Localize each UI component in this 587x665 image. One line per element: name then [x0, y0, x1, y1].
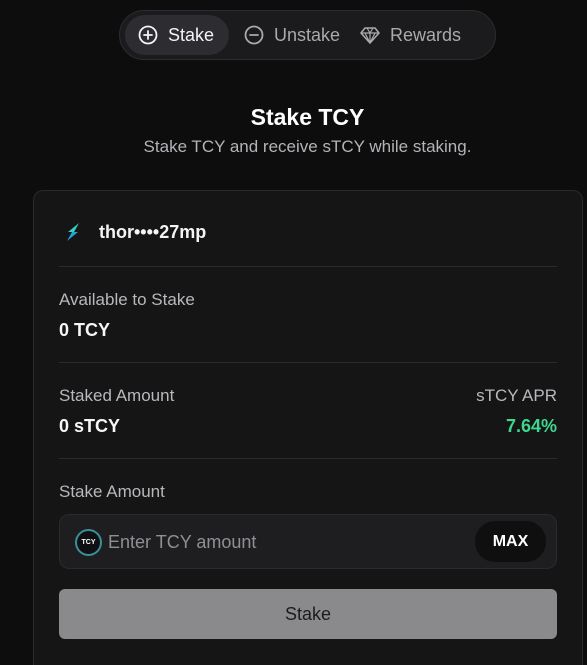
stake-amount-field: TCY MAX — [59, 514, 557, 569]
apr-value: 7.64% — [505, 416, 557, 436]
stake-amount-input[interactable] — [108, 525, 468, 559]
tab-unstake[interactable]: Unstake — [229, 15, 347, 55]
available-value: 0 TCY — [59, 320, 111, 340]
diamond-icon — [359, 24, 381, 46]
staked-label: Staked Amount — [59, 386, 175, 405]
tab-unstake-label: Unstake — [274, 24, 341, 45]
tab-rewards-label: Rewards — [390, 24, 462, 45]
apr-label: sTCY APR — [476, 386, 557, 405]
stake-button[interactable]: Stake — [59, 589, 557, 639]
staked-value: 0 sTCY — [59, 416, 121, 436]
available-label: Available to Stake — [59, 290, 195, 309]
tab-rewards[interactable]: Rewards — [347, 15, 461, 55]
tcy-coin-icon: TCY — [75, 529, 102, 556]
thorchain-logo-icon — [60, 219, 86, 245]
plus-circle-icon — [137, 24, 159, 46]
divider — [59, 266, 557, 267]
tab-bar: Stake Unstake Rewards — [119, 10, 496, 60]
stake-amount-label: Stake Amount — [59, 482, 165, 501]
minus-circle-icon — [243, 24, 265, 46]
wallet-row: thor••••27mp — [60, 219, 206, 245]
tab-stake-label: Stake — [168, 24, 215, 45]
stake-page: Stake Unstake Rewards Stake TCY Stake TC… — [0, 0, 587, 665]
max-button[interactable]: MAX — [475, 521, 546, 562]
wallet-address: thor••••27mp — [99, 221, 207, 242]
divider — [59, 362, 557, 363]
stake-card: thor••••27mp Available to Stake 0 TCY St… — [33, 190, 583, 665]
page-title: Stake TCY — [250, 104, 365, 130]
page-subtitle: Stake TCY and receive sTCY while staking… — [143, 137, 472, 156]
tab-stake[interactable]: Stake — [125, 15, 229, 55]
divider — [59, 458, 557, 459]
